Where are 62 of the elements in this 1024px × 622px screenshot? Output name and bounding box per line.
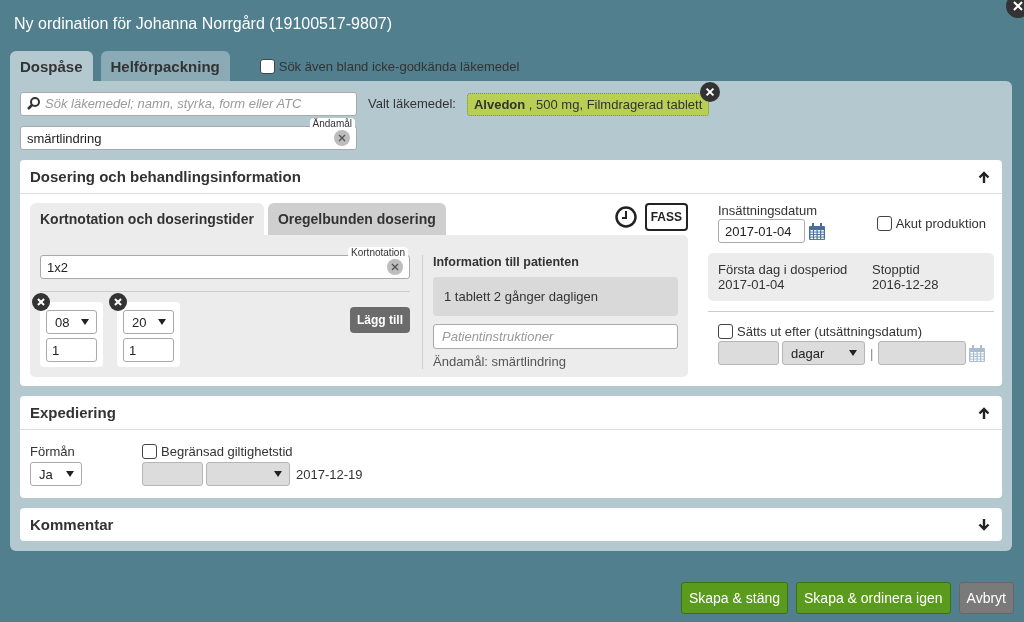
- checkbox[interactable]: [876, 215, 892, 231]
- date-text: 2017-12-19: [296, 466, 363, 482]
- collapse-arrow-icon[interactable]: [978, 406, 990, 419]
- clear-icon[interactable]: [387, 259, 403, 275]
- checkbox-label: Begränsad giltighetstid: [161, 444, 293, 459]
- info-label: Stopptid: [872, 262, 921, 277]
- info-value: 2016-12-28: [872, 277, 940, 292]
- tab[interactable]: Dospåse: [10, 51, 93, 81]
- field-label: Förmån: [30, 444, 76, 459]
- field-label: Information till patienten: [433, 255, 580, 269]
- date-field[interactable]: 2017-01-04: [718, 219, 805, 243]
- remove-icon[interactable]: [700, 82, 721, 102]
- dropdown[interactable]: dagar: [782, 341, 865, 365]
- action-button[interactable]: Avbryt: [958, 582, 1014, 614]
- checkbox[interactable]: [142, 444, 157, 459]
- dropdown[interactable]: 20: [123, 310, 174, 334]
- caret-icon: [274, 471, 282, 477]
- input-field[interactable]: 1: [123, 338, 174, 362]
- remove-icon[interactable]: [109, 293, 127, 311]
- remove-icon[interactable]: [32, 293, 50, 311]
- floating-label: Ändamål: [309, 118, 355, 130]
- info-label: Första dag i dosperiod: [718, 262, 849, 277]
- section-title: Expediering: [30, 404, 116, 421]
- add-button[interactable]: Lägg till: [350, 307, 410, 333]
- clock-icon[interactable]: [614, 206, 637, 228]
- tab[interactable]: Helförpackning: [100, 51, 230, 81]
- text-input[interactable]: 1x2: [47, 256, 382, 278]
- input-field[interactable]: 1: [46, 338, 97, 362]
- checkbox-label: Sätts ut efter (utsättningsdatum): [737, 324, 922, 339]
- info-value: 2017-01-04: [718, 277, 786, 292]
- section-title: Dosering och behandlingsinformation: [30, 168, 301, 185]
- search-icon: [27, 97, 40, 110]
- caret-icon: [158, 319, 166, 325]
- calendar-icon[interactable]: [809, 222, 825, 240]
- caret-icon: [81, 319, 89, 325]
- search-field[interactable]: Sök läkemedel; namn, styrka, form eller ATC: [20, 91, 357, 116]
- checkbox[interactable]: [259, 58, 275, 74]
- dropdown[interactable]: Ja: [30, 462, 82, 486]
- dialog-title: Ny ordination för Johanna Norrgård (19100517-9807): [14, 15, 392, 32]
- checkbox[interactable]: [718, 324, 733, 339]
- section-title: Kommentar: [30, 516, 114, 533]
- clear-icon[interactable]: [334, 130, 350, 146]
- short-notation-field[interactable]: 1x2: [40, 255, 410, 279]
- tab[interactable]: Kortnotation och doseringstider: [30, 203, 264, 235]
- dropdown[interactable]: 08: [46, 310, 97, 334]
- separator-text: |: [869, 345, 875, 361]
- input-field[interactable]: Patientinstruktioner: [433, 324, 678, 349]
- caret-icon: [66, 471, 74, 477]
- tab[interactable]: Oregelbunden dosering: [267, 203, 446, 235]
- fass-button[interactable]: FASS: [644, 203, 688, 231]
- purpose-text: Ändamål: smärtlindring: [433, 354, 567, 369]
- text-input[interactable]: smärtlindring: [27, 127, 329, 149]
- collapse-arrow-icon[interactable]: [978, 170, 990, 183]
- field-label: Insättningsdatum: [718, 203, 818, 218]
- checkbox-label: Akut produktion: [895, 215, 986, 231]
- floating-label: Kortnotation: [348, 247, 408, 259]
- expand-arrow-icon[interactable]: [978, 518, 990, 531]
- checkbox-label: Sök även bland icke-godkända läkemedel: [278, 58, 520, 74]
- purpose-field[interactable]: smärtlindring: [20, 126, 357, 150]
- patient-info-text: 1 tablett 2 gånger dagligen: [433, 277, 678, 316]
- caret-icon: [849, 350, 857, 356]
- field-label: Valt läkemedel:: [368, 96, 456, 111]
